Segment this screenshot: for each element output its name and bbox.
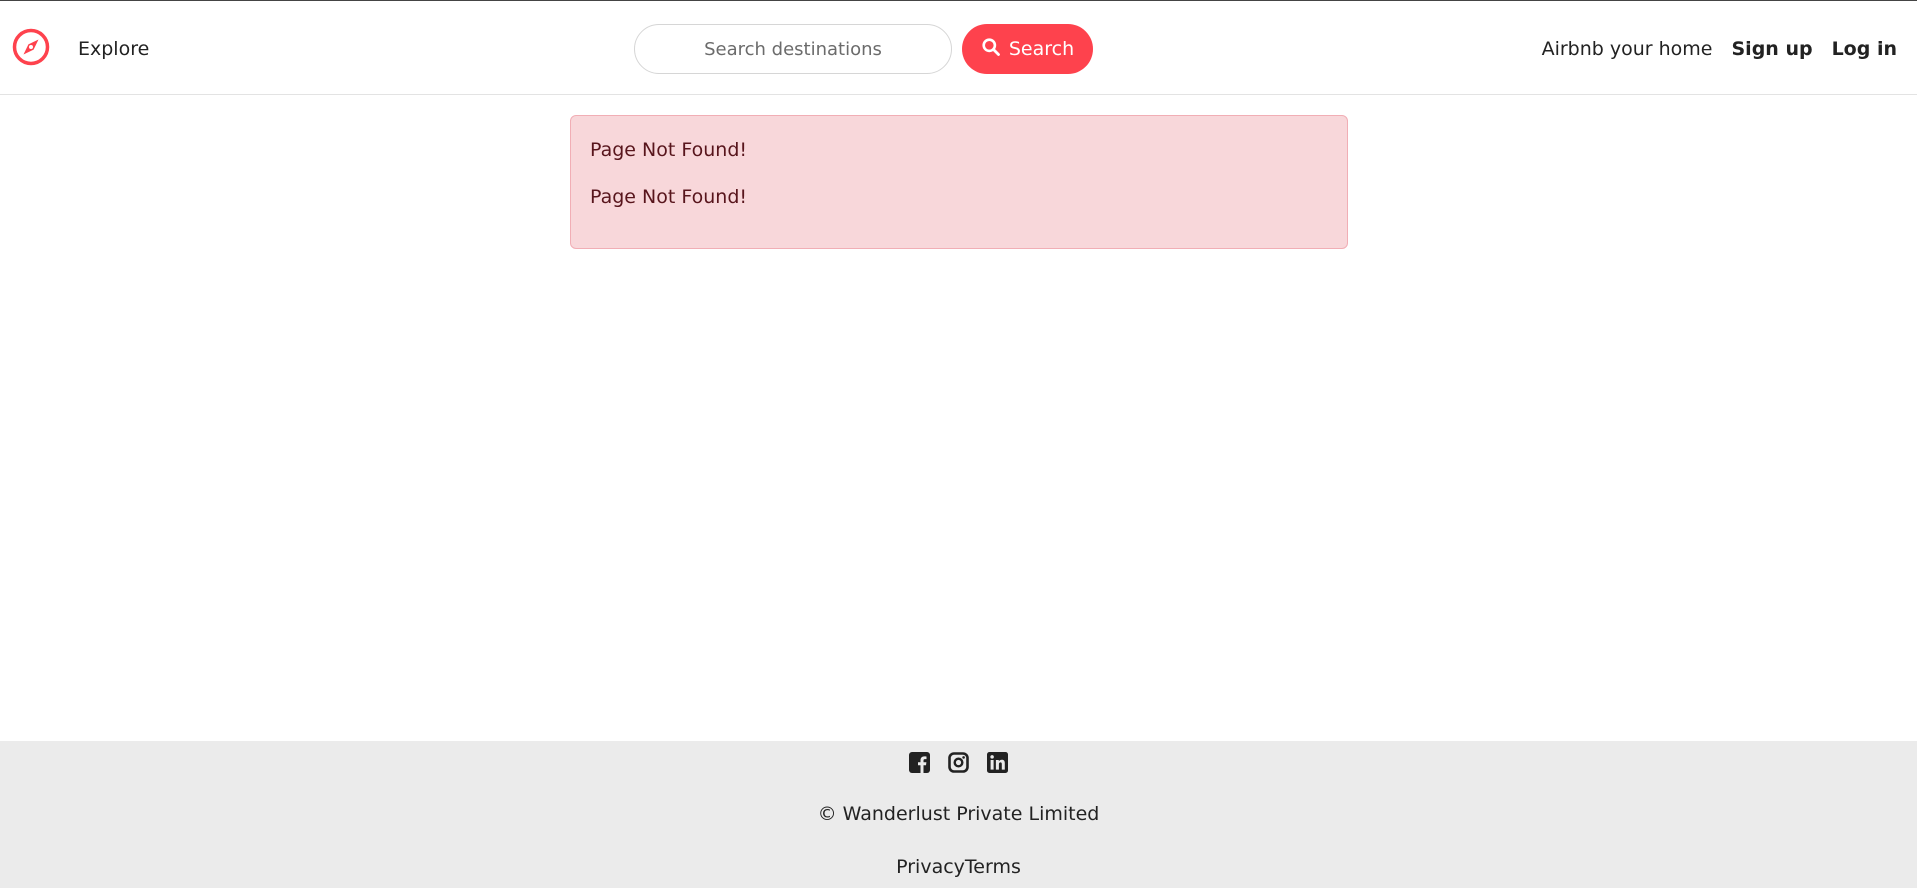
log-in-link[interactable]: Log in	[1832, 37, 1897, 61]
compass-icon[interactable]	[11, 27, 51, 67]
sign-up-link[interactable]: Sign up	[1732, 37, 1813, 61]
copyright-text: © Wanderlust Private Limited	[817, 803, 1100, 825]
navbar: Explore Search Airbnb your home Sign up …	[0, 2, 1917, 95]
privacy-link[interactable]: Privacy	[896, 856, 965, 878]
alert-message: Page Not Found!	[590, 186, 748, 208]
search-button[interactable]: Search	[962, 24, 1093, 74]
linkedin-icon[interactable]	[987, 752, 1008, 773]
footer-links: PrivacyTerms	[0, 856, 1917, 878]
nav-right-links: Airbnb your home Sign up Log in	[1542, 37, 1897, 61]
search-input[interactable]	[634, 24, 952, 74]
nav-explore-link[interactable]: Explore	[78, 37, 149, 61]
social-links	[0, 752, 1917, 773]
footer: © Wanderlust Private Limited PrivacyTerm…	[0, 741, 1917, 888]
facebook-icon[interactable]	[909, 752, 930, 773]
alert-message: Page Not Found!	[590, 139, 748, 161]
instagram-icon[interactable]	[948, 752, 969, 773]
search-button-label: Search	[1008, 38, 1075, 60]
search-icon	[981, 37, 1001, 62]
terms-link[interactable]: Terms	[965, 856, 1021, 878]
error-alert: Page Not Found! Page Not Found!	[570, 115, 1348, 249]
airbnb-your-home-link[interactable]: Airbnb your home	[1542, 37, 1713, 61]
